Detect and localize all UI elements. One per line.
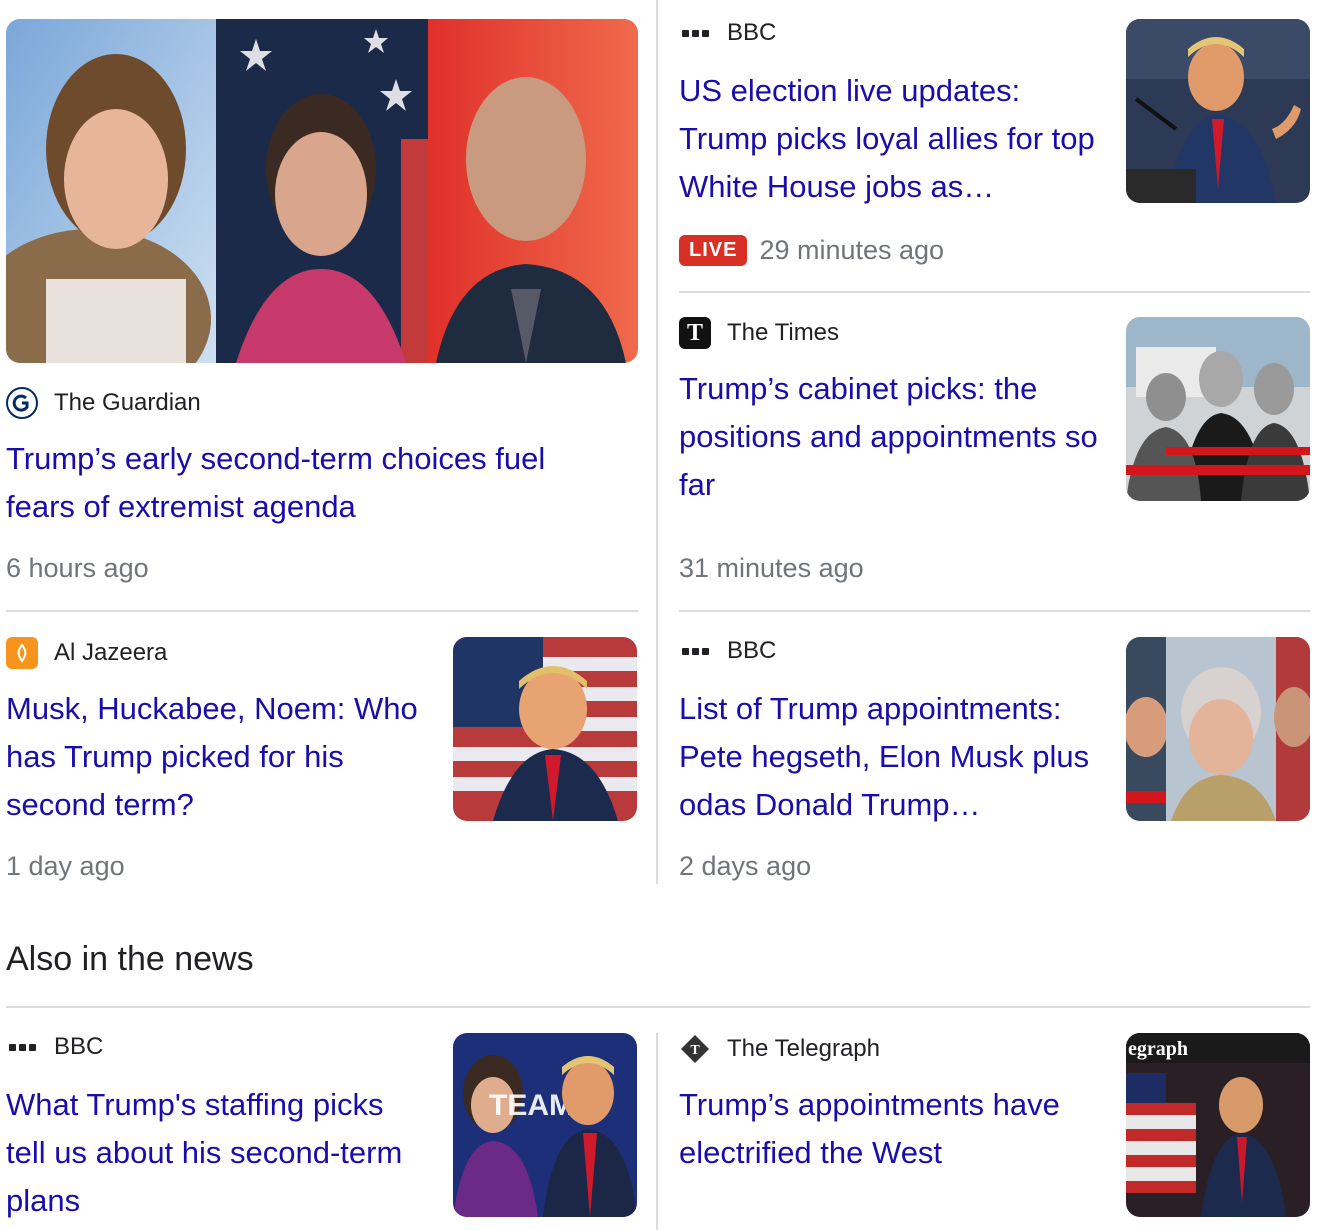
timestamp: 2 days ago — [679, 851, 812, 881]
source-name: The Guardian — [54, 389, 201, 416]
timestamp: 6 hours ago — [6, 553, 149, 583]
featured-image[interactable] — [6, 19, 638, 363]
source-name: Al Jazeera — [54, 639, 168, 666]
trump-podium-photo — [1126, 19, 1310, 203]
team-sign-text: TEAM — [489, 1089, 574, 1122]
source-name: The Times — [727, 319, 840, 346]
live-badge: LIVE — [679, 235, 748, 266]
story-thumbnail[interactable] — [1126, 19, 1310, 203]
story-thumbnail[interactable]: egraph — [1126, 1033, 1310, 1217]
headline-link[interactable]: Trump’s early second-term choices fuel f… — [6, 435, 606, 531]
section-title: Also in the news — [6, 940, 254, 978]
divider — [6, 1006, 1310, 1008]
guardian-logo-icon — [6, 387, 38, 419]
source-name: BBC — [727, 637, 777, 664]
timestamp: 1 day ago — [6, 851, 125, 881]
telegraph-masthead-text: egraph — [1128, 1038, 1188, 1060]
source-telegraph[interactable]: T The Telegraph — [679, 1033, 880, 1065]
divider — [679, 291, 1310, 293]
svg-text:T: T — [690, 1043, 700, 1058]
source-name: The Telegraph — [727, 1035, 880, 1062]
headline-link[interactable]: Trump’s cabinet picks: the positions and… — [679, 365, 1099, 509]
telegraph-logo-icon: T — [679, 1033, 711, 1065]
team-trump-photo: TEAM — [453, 1033, 637, 1217]
cabinet-collage-photo — [1126, 317, 1310, 501]
source-bbc[interactable]: BBC — [679, 19, 776, 47]
telegraph-trump-photo: egraph — [1126, 1033, 1310, 1217]
headline-link[interactable]: US election live updates: Trump picks lo… — [679, 67, 1099, 211]
times-logo-icon: T — [679, 317, 711, 349]
column-divider — [656, 1033, 658, 1230]
source-bbc[interactable]: BBC — [679, 637, 776, 665]
trump-photo — [453, 637, 637, 821]
bbc-logo-icon — [679, 647, 711, 655]
headline-link[interactable]: Trump’s appointments have electrified th… — [679, 1081, 1099, 1177]
divider — [6, 610, 638, 612]
bbc-logo-icon — [679, 29, 711, 37]
source-times[interactable]: T The Times — [679, 317, 839, 349]
story-thumbnail[interactable] — [453, 637, 637, 821]
meta-row: LIVE 29 minutes ago — [679, 235, 944, 266]
headline-link[interactable]: Musk, Huckabee, Noem: Who has Trump pick… — [6, 685, 426, 829]
headline-link[interactable]: List of Trump appointments: Pete hegseth… — [679, 685, 1099, 829]
timestamp: 29 minutes ago — [759, 235, 945, 265]
source-bbc[interactable]: BBC — [6, 1033, 103, 1061]
headline-link[interactable]: What Trump's staffing picks tell us abou… — [6, 1081, 426, 1225]
featured-photo-collage — [6, 19, 638, 363]
source-guardian[interactable]: The Guardian — [6, 387, 201, 419]
timestamp: 31 minutes ago — [679, 553, 864, 583]
appointments-collage-photo — [1126, 637, 1310, 821]
source-aljazeera[interactable]: Al Jazeera — [6, 637, 167, 669]
column-divider — [656, 0, 658, 884]
story-thumbnail[interactable]: TEAM — [453, 1033, 637, 1217]
source-name: BBC — [54, 1033, 104, 1060]
bbc-logo-icon — [6, 1043, 38, 1051]
source-name: BBC — [727, 19, 777, 46]
story-thumbnail[interactable] — [1126, 317, 1310, 501]
aljazeera-logo-icon — [6, 637, 38, 669]
divider — [679, 610, 1310, 612]
story-thumbnail[interactable] — [1126, 637, 1310, 821]
